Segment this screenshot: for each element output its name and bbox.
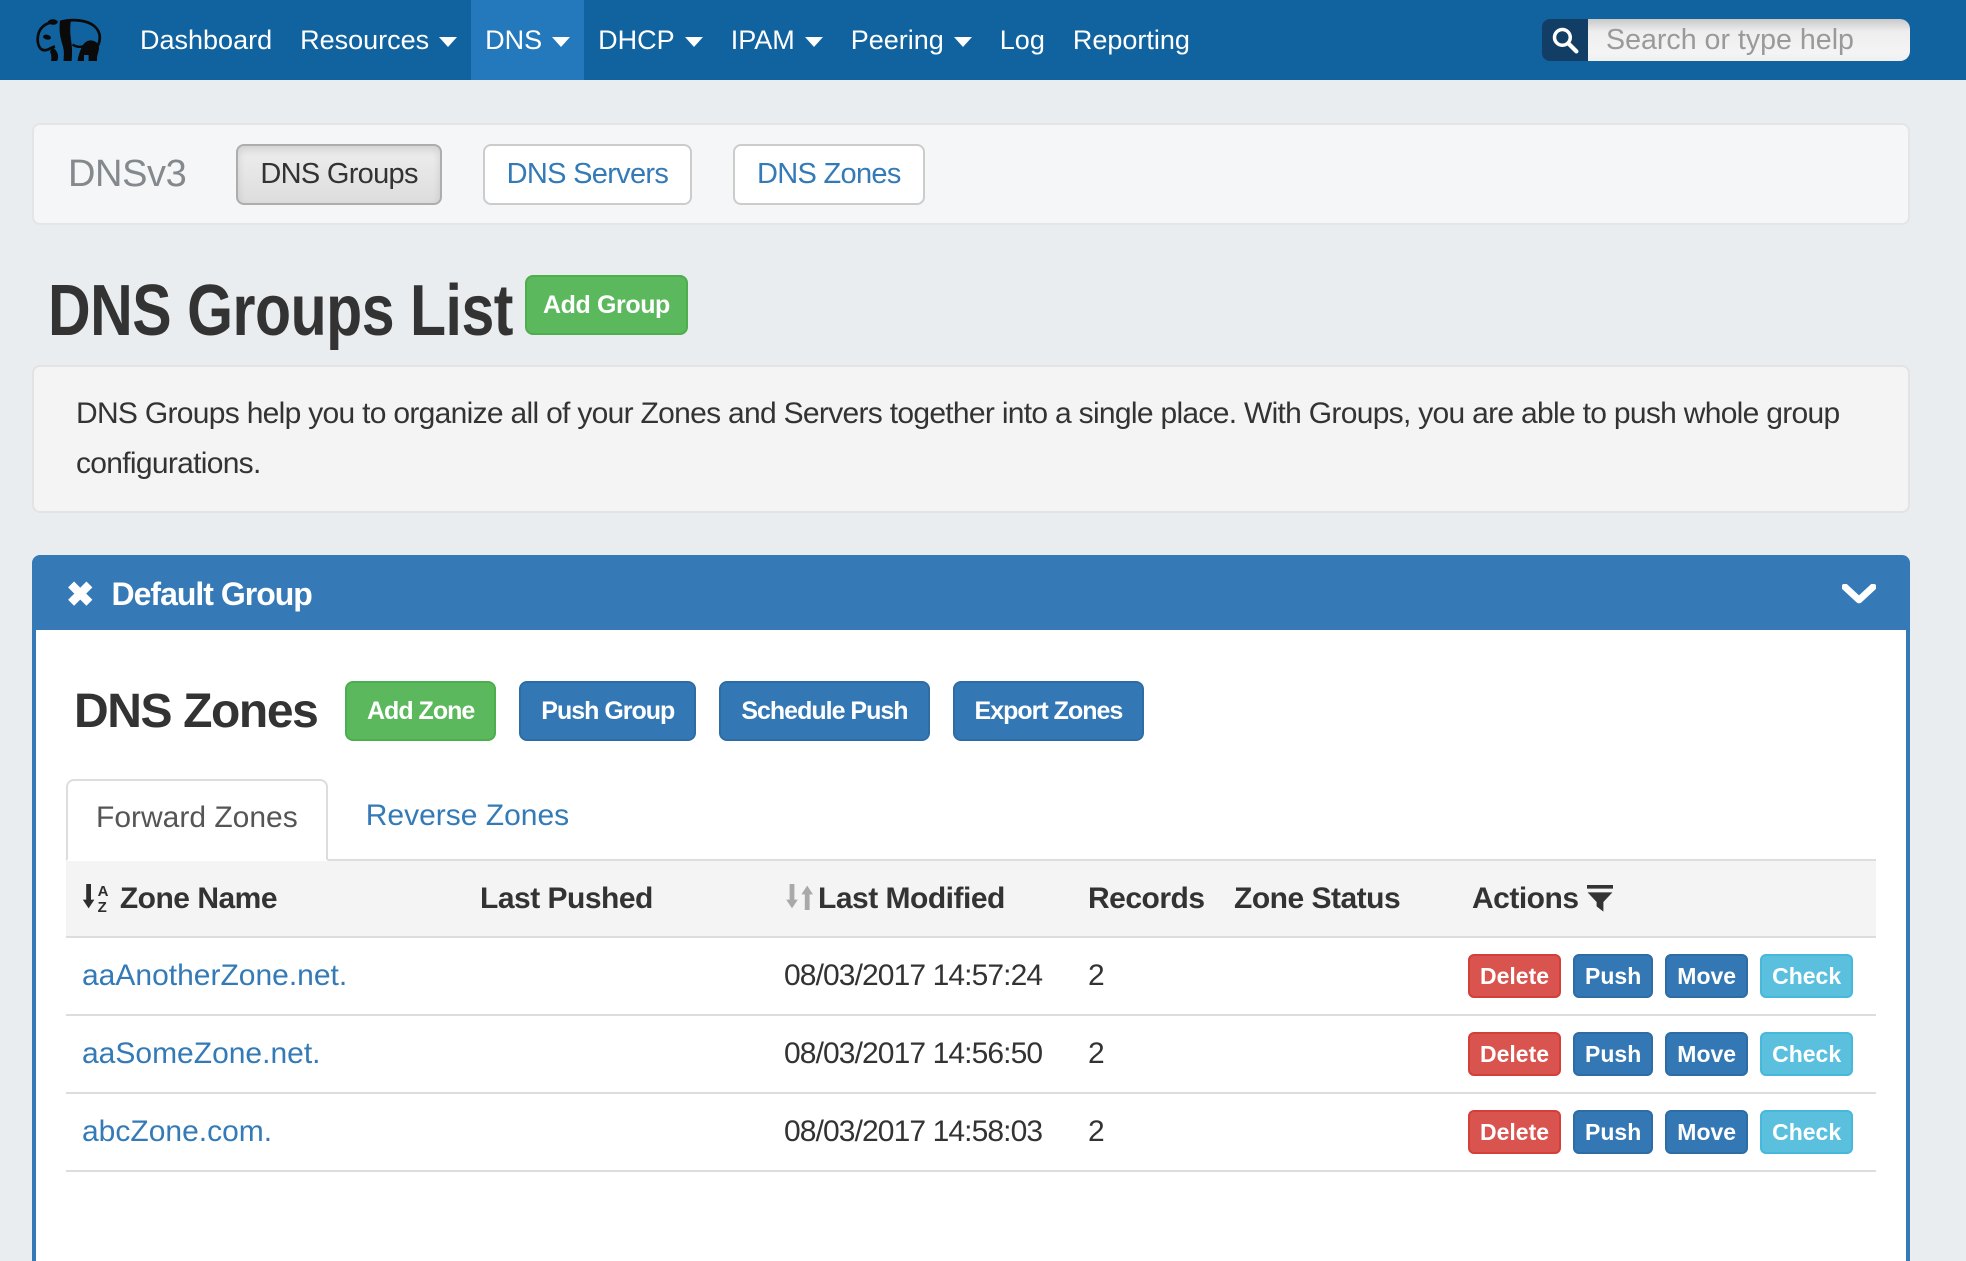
svg-text:Z: Z	[98, 899, 107, 912]
svg-text:A: A	[98, 883, 109, 900]
